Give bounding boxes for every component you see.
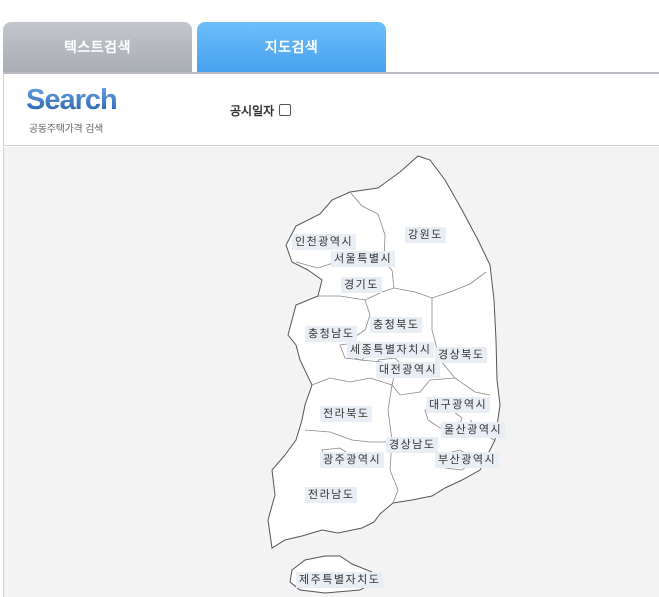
region-jeonnam[interactable]: 전라남도 xyxy=(305,487,358,503)
region-seoul[interactable]: 서울특별시 xyxy=(331,251,396,267)
region-busan[interactable]: 부산광역시 xyxy=(435,452,500,468)
region-chungbuk[interactable]: 충청북도 xyxy=(370,317,423,333)
region-daejeon[interactable]: 대전광역시 xyxy=(376,362,441,378)
region-incheon[interactable]: 인천광역시 xyxy=(292,234,357,250)
region-sejong[interactable]: 세종특별자치시 xyxy=(347,342,435,358)
region-ulsan[interactable]: 울산광역시 xyxy=(441,422,506,438)
region-jeju[interactable]: 제주특별자치도 xyxy=(296,572,384,588)
region-gyeongnam[interactable]: 경상남도 xyxy=(386,437,439,453)
korea-map xyxy=(267,155,501,594)
region-chungnam[interactable]: 충청남도 xyxy=(305,326,358,342)
region-gwangju[interactable]: 광주광역시 xyxy=(320,452,385,468)
region-daegu[interactable]: 대구광역시 xyxy=(426,397,491,413)
region-gyeongbuk[interactable]: 경상북도 xyxy=(435,347,488,363)
region-jeonbuk[interactable]: 전라북도 xyxy=(320,406,373,422)
region-gangwon[interactable]: 강원도 xyxy=(405,227,446,243)
region-gyeonggi[interactable]: 경기도 xyxy=(341,277,382,293)
